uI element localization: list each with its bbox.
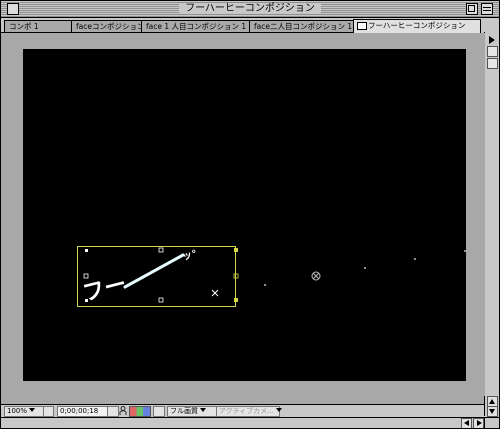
view-value: アクティブカメ... — [219, 407, 274, 415]
tab-comp-1[interactable]: コンポ 1 — [4, 20, 74, 32]
zoom-box-icon[interactable] — [466, 3, 478, 15]
grid-icon[interactable] — [153, 406, 165, 417]
layer-handle[interactable] — [85, 249, 88, 252]
motion-path-point[interactable] — [364, 267, 366, 269]
composition-viewer[interactable]: フー ッ° — [1, 33, 485, 405]
anchor-point-icon[interactable] — [211, 289, 219, 297]
title-bar[interactable]: フーハーヒーコンポジション — [1, 1, 499, 18]
composition-canvas[interactable]: フー ッ° — [23, 49, 466, 381]
comp-center-icon — [311, 271, 321, 281]
motion-path-point[interactable] — [464, 250, 466, 252]
canvas-svg: フー ッ° — [77, 246, 466, 307]
tab-label: フーハーヒーコンポジション — [368, 21, 466, 30]
quality-select[interactable]: フル画質 — [167, 406, 217, 417]
magnification-select[interactable]: 100% — [4, 406, 44, 417]
viewer-side-strip — [484, 32, 499, 405]
collapse-box-icon[interactable] — [481, 3, 493, 15]
viewer-control-bar: 100% 0;00;00;18 フル画質 アクティブカメ... — [1, 404, 485, 417]
layer-small-text: ッ° — [181, 249, 198, 263]
layer-handle[interactable] — [158, 247, 164, 253]
motion-streak — [123, 253, 185, 289]
tab-face-second-comp-1[interactable]: face二人目コンポジション 1 — [249, 20, 365, 32]
vertical-scrollbar[interactable] — [484, 396, 499, 417]
grid-toggle-button[interactable] — [487, 58, 498, 69]
resolution-icon[interactable] — [43, 406, 54, 417]
horizontal-scrollbar[interactable] — [1, 417, 485, 428]
person-icon[interactable] — [119, 406, 127, 415]
scroll-left-icon[interactable] — [461, 418, 472, 428]
tab-fuhahi-comp[interactable]: フーハーヒーコンポジション — [353, 19, 481, 33]
rgb-channel-icon[interactable] — [129, 406, 151, 417]
chevron-down-icon — [29, 408, 36, 412]
motion-path-point[interactable] — [414, 258, 416, 260]
panel-menu-arrow-icon[interactable] — [487, 36, 496, 45]
motion-path-point[interactable] — [264, 284, 266, 286]
chevron-down-icon — [200, 408, 206, 412]
tab-face-first-comp-1[interactable]: face 1 人目コンポジション 1 — [141, 20, 259, 32]
camera-view-select[interactable]: アクティブカメ... — [216, 406, 282, 417]
comp-flowchart-button[interactable] — [487, 46, 498, 57]
scroll-right-icon[interactable] — [473, 418, 484, 428]
snapshot-camera-icon[interactable] — [107, 406, 119, 417]
layer-handle[interactable] — [158, 297, 164, 303]
composition-window: フーハーヒーコンポジション コンポ 1 faceコンポジション 1 face 1… — [0, 0, 500, 429]
layer-handle[interactable] — [234, 248, 238, 252]
zoom-value: 100% — [7, 407, 28, 415]
resize-grip-icon[interactable] — [484, 417, 499, 428]
layer-handle[interactable] — [234, 298, 238, 302]
layer-handle[interactable] — [83, 273, 89, 279]
scroll-down-icon[interactable] — [487, 406, 498, 417]
tab-bar: コンポ 1 faceコンポジション 1 face 1 人目コンポジション 1 f… — [1, 18, 481, 33]
quality-value: フル画質 — [170, 407, 198, 415]
current-time-display[interactable]: 0;00;00;18 — [57, 406, 111, 417]
flowchart-icon[interactable] — [357, 22, 367, 30]
window-title: フーハーヒーコンポジション — [179, 3, 321, 14]
chevron-down-icon — [275, 408, 282, 412]
